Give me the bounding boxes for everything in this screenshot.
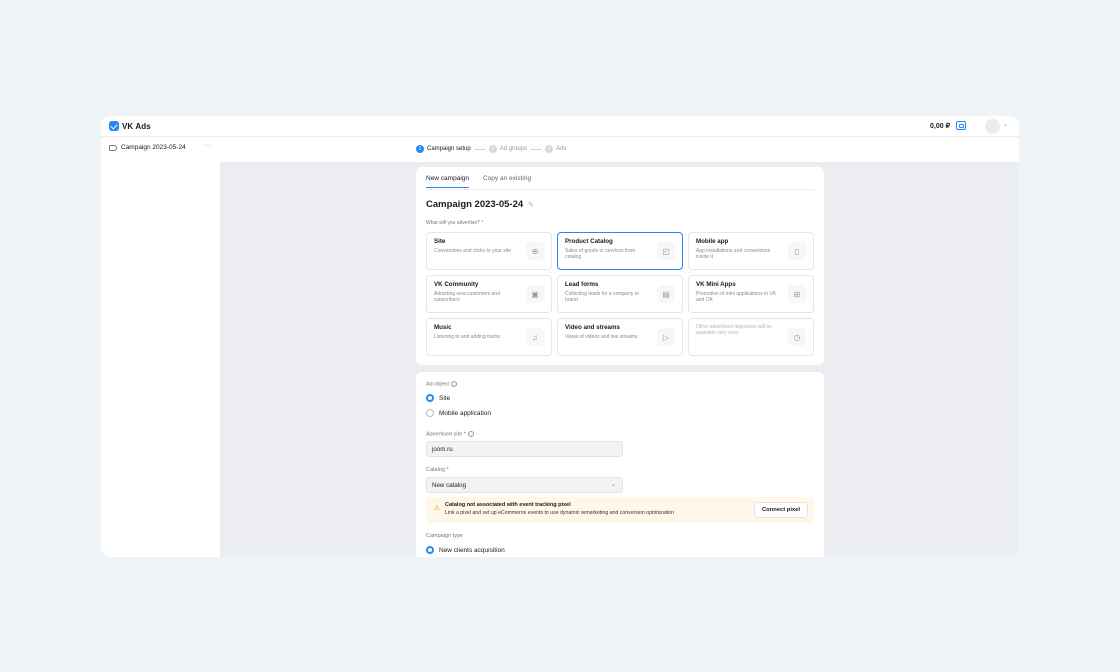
account-balance[interactable]: 0,00 ₽ — [930, 122, 950, 130]
required-mark: * — [463, 431, 466, 438]
campaign-breadcrumb[interactable]: Campaign 2023-05-24 — [109, 144, 186, 151]
advertised-site-label: Advertised site *? — [426, 431, 474, 437]
chevron-down-icon: ⌄ — [610, 482, 616, 488]
more-options-icon[interactable]: ··· — [203, 142, 212, 149]
campaign-type-label: Campaign type — [426, 533, 463, 539]
vk-ads-logo[interactable]: VK Ads — [109, 121, 151, 131]
radio-unselected[interactable] — [426, 409, 434, 417]
radio-ad-object-mobile[interactable]: Mobile application — [426, 409, 491, 417]
objective-music[interactable]: Music Listening to and adding tracks ♫ — [426, 318, 552, 356]
campaign-title: Campaign 2023-05-24 ✎ — [426, 199, 534, 210]
form-icon: ▤ — [657, 285, 675, 303]
app-window: VK Ads 0,00 ₽ ⌄ Campaign 2023-05-24 ··· … — [101, 116, 1019, 557]
campaign-breadcrumb-label: Campaign 2023-05-24 — [121, 144, 186, 151]
vk-icon: ▣ — [526, 285, 544, 303]
pixel-warning-banner: ⚠ Catalog not associated with event trac… — [426, 497, 814, 523]
catalog-select-value: New catalog — [432, 482, 467, 489]
objective-product-catalog[interactable]: Product Catalog Sales of goods or servic… — [557, 232, 683, 270]
objective-question-text: What will you advertise? — [426, 220, 480, 226]
objective-site[interactable]: Site Conversions and clicks to your site… — [426, 232, 552, 270]
pencil-icon[interactable]: ✎ — [528, 201, 534, 209]
objective-question: What will you advertise? * — [426, 220, 483, 226]
objective-lead-forms[interactable]: Lead forms Collecting leads for a compan… — [557, 275, 683, 313]
step-campaign-setup[interactable]: 1 Campaign setup — [416, 145, 471, 153]
objective-desc: Conversions and clicks to your site — [434, 248, 511, 254]
radio-new-clients[interactable]: New clients acquisition — [426, 546, 505, 554]
step-ad-groups[interactable]: 2 Ad groups — [488, 145, 528, 153]
step-number: 2 — [488, 145, 497, 153]
required-mark: * — [446, 467, 449, 473]
radio-selected[interactable] — [426, 394, 434, 402]
advertised-site-input[interactable]: joom.ru — [426, 441, 623, 457]
campaign-tabs: New campaign Copy an existing — [426, 175, 531, 188]
music-icon: ♫ — [526, 328, 544, 346]
objective-video-streams[interactable]: Video and streams Views of videos and li… — [557, 318, 683, 356]
objective-desc: Other advertised objectives will be avai… — [696, 324, 772, 337]
help-icon[interactable]: ? — [450, 381, 457, 387]
tabs-divider — [426, 189, 814, 190]
radio-label: Mobile application — [439, 409, 492, 417]
campaign-title-text: Campaign 2023-05-24 — [426, 199, 524, 210]
objective-desc: Attracting new customers and subscribers — [434, 291, 500, 304]
chevron-down-icon[interactable]: ⌄ — [1003, 121, 1008, 128]
vk-ads-logo-icon — [109, 121, 119, 131]
tab-copy-existing[interactable]: Copy an existing — [483, 175, 531, 188]
wallet-icon[interactable] — [956, 121, 966, 130]
step-divider — [531, 148, 542, 150]
objective-grid: Site Conversions and clicks to your site… — [426, 232, 814, 356]
catalog-select[interactable]: New catalog ⌄ — [426, 477, 623, 493]
left-sidebar — [101, 162, 220, 557]
radio-label: New clients acquisition — [439, 546, 505, 554]
objective-vk-community[interactable]: VK Community Attracting new customers an… — [426, 275, 552, 313]
play-icon: ▷ — [657, 328, 675, 346]
step-label: Campaign setup — [427, 146, 471, 152]
advertised-site-label-text: Advertised site — [426, 431, 463, 438]
objective-desc: Sales of goods or services from catalog — [565, 248, 636, 261]
radio-selected[interactable] — [426, 546, 434, 554]
ad-object-label-text: Ad object — [426, 381, 449, 388]
objective-coming-soon: Other advertised objectives will be avai… — [688, 318, 814, 356]
objective-vk-mini-apps[interactable]: VK Mini Apps Promotion of mini applicati… — [688, 275, 814, 313]
phone-icon: ▯ — [788, 242, 806, 260]
step-label: Ads — [556, 146, 567, 152]
objective-desc: Views of videos and live streams — [565, 334, 638, 340]
step-divider — [474, 148, 485, 150]
objective-mobile-app[interactable]: Mobile app App installations and convers… — [688, 232, 814, 270]
step-number: 3 — [545, 145, 554, 153]
objective-desc: Listening to and adding tracks — [434, 334, 501, 340]
radio-label: Site — [439, 394, 451, 402]
catalog-label: Catalog * — [426, 467, 449, 473]
radio-ad-object-site[interactable]: Site — [426, 394, 450, 402]
warning-title: Catalog not associated with event tracki… — [445, 502, 571, 508]
top-bar: VK Ads 0,00 ₽ ⌄ — [101, 116, 1019, 137]
objective-desc: Promotion of mini applications in VK and… — [696, 291, 777, 304]
connect-pixel-button[interactable]: Connect pixel — [753, 502, 808, 518]
app-name: VK Ads — [122, 121, 151, 131]
campaign-subbar: Campaign 2023-05-24 ··· 1 Campaign setup… — [101, 137, 1019, 162]
step-number: 1 — [416, 145, 424, 153]
warning-text: Link a pixel and set up eCommerce events… — [445, 510, 674, 516]
bag-icon: ◰ — [657, 242, 675, 260]
campaign-settings-card: Ad object? Site Mobile application Adver… — [416, 372, 824, 557]
help-icon[interactable]: ? — [467, 431, 474, 437]
megaphone-icon — [109, 144, 117, 151]
setup-stepper: 1 Campaign setup 2 Ad groups 3 Ads — [416, 145, 566, 153]
campaign-objective-card: New campaign Copy an existing Campaign 2… — [416, 167, 824, 365]
globe-icon: ⊕ — [526, 242, 544, 260]
required-mark: * — [481, 220, 484, 226]
ad-object-label: Ad object? — [426, 381, 457, 387]
tab-new-campaign[interactable]: New campaign — [426, 175, 469, 188]
step-ads[interactable]: 3 Ads — [545, 145, 566, 153]
grid-icon: ⊞ — [788, 285, 806, 303]
catalog-label-text: Catalog — [426, 467, 445, 473]
avatar[interactable] — [985, 119, 1000, 134]
warning-icon: ⚠ — [433, 505, 441, 512]
step-label: Ad groups — [499, 146, 528, 152]
objective-desc: App installations and conversions inside… — [696, 248, 771, 261]
clock-icon: ◷ — [788, 328, 806, 346]
objective-desc: Collecting leads for a company or brand — [565, 291, 640, 304]
